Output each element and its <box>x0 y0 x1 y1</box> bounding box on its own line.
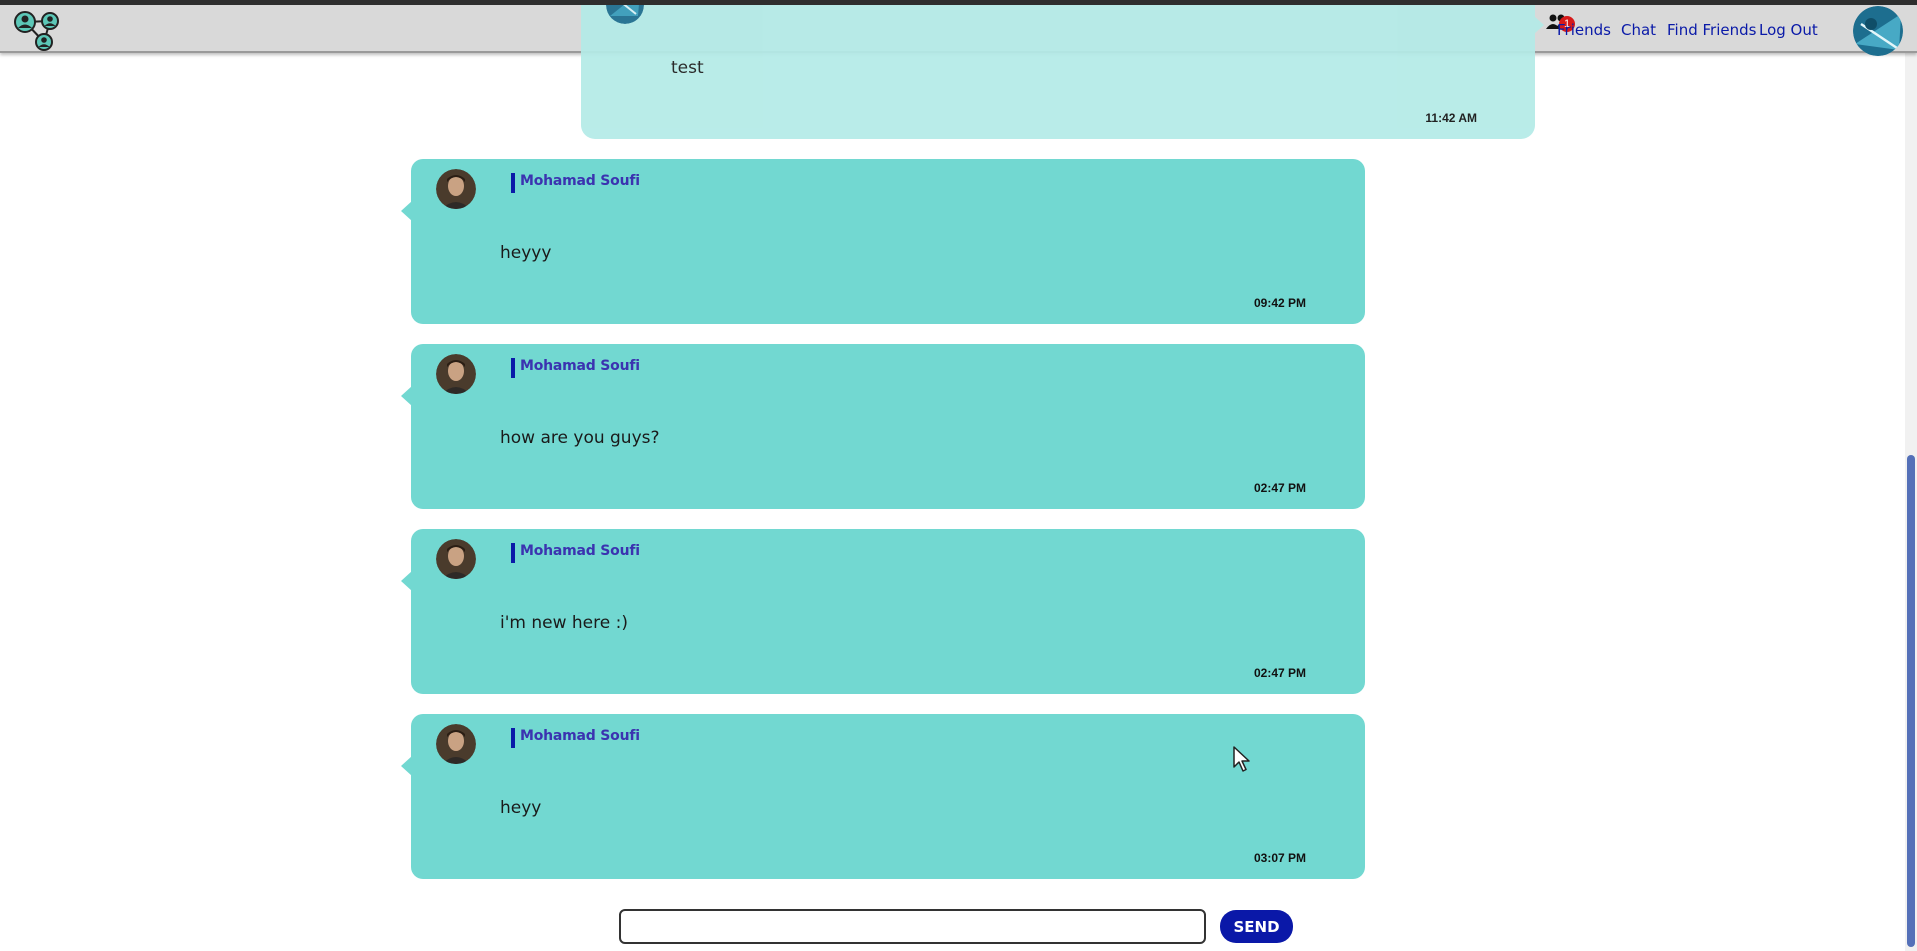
bubble-tail <box>401 201 412 221</box>
bubble-tail <box>401 756 412 776</box>
message-time: 02:47 PM <box>1253 666 1306 680</box>
message-bubble: Mohamad Soufi i'm new here :) 02:47 PM <box>401 529 1365 694</box>
author-avatar[interactable] <box>436 169 476 209</box>
author-name-bar <box>511 358 515 378</box>
window-top-edge <box>0 0 1917 5</box>
message-time: 09:42 PM <box>1253 296 1306 310</box>
message-text: heyy <box>500 798 542 818</box>
author-avatar[interactable] <box>436 539 476 579</box>
author-name-bar <box>511 728 515 748</box>
mouse-cursor-icon <box>1232 745 1252 773</box>
author-name[interactable]: Mohamad Soufi <box>520 173 640 189</box>
app-logo-icon[interactable] <box>12 10 62 52</box>
message-text: test <box>671 58 704 78</box>
nav-link-friends[interactable]: Friends <box>1557 21 1611 39</box>
message-bubble: Mohamad Soufi how are you guys? 02:47 PM <box>401 344 1365 509</box>
message-text: how are you guys? <box>500 428 660 448</box>
author-avatar[interactable] <box>436 724 476 764</box>
send-button[interactable]: SEND <box>1220 910 1293 943</box>
message-bubble-self: test 11:42 AM <box>581 0 1544 139</box>
author-name[interactable]: Mohamad Soufi <box>520 728 640 744</box>
author-name-bar <box>511 173 515 193</box>
author-name[interactable]: Mohamad Soufi <box>520 358 640 374</box>
author-name[interactable]: Mohamad Soufi <box>520 543 640 559</box>
message-input[interactable] <box>619 909 1206 944</box>
profile-avatar[interactable] <box>1853 6 1903 56</box>
message-bubble: Mohamad Soufi heyy 03:07 PM <box>401 714 1365 879</box>
message-time: 02:47 PM <box>1253 481 1306 495</box>
nav-link-find-friends[interactable]: Find Friends <box>1667 21 1756 39</box>
author-name-bar <box>511 543 515 563</box>
bubble-tail <box>1534 16 1544 34</box>
message-text: i'm new here :) <box>500 613 628 633</box>
message-text: heyyy <box>500 243 552 263</box>
bubble-tail <box>401 571 412 591</box>
nav-link-chat[interactable]: Chat <box>1621 21 1656 39</box>
message-time: 03:07 PM <box>1253 851 1306 865</box>
nav-link-log-out[interactable]: Log Out <box>1759 21 1818 39</box>
message-bubble: Mohamad Soufi heyyy 09:42 PM <box>401 159 1365 324</box>
message-time: 11:42 AM <box>1425 111 1477 125</box>
author-avatar[interactable] <box>436 354 476 394</box>
bubble-tail <box>401 386 412 406</box>
scrollbar-thumb[interactable] <box>1907 455 1915 947</box>
